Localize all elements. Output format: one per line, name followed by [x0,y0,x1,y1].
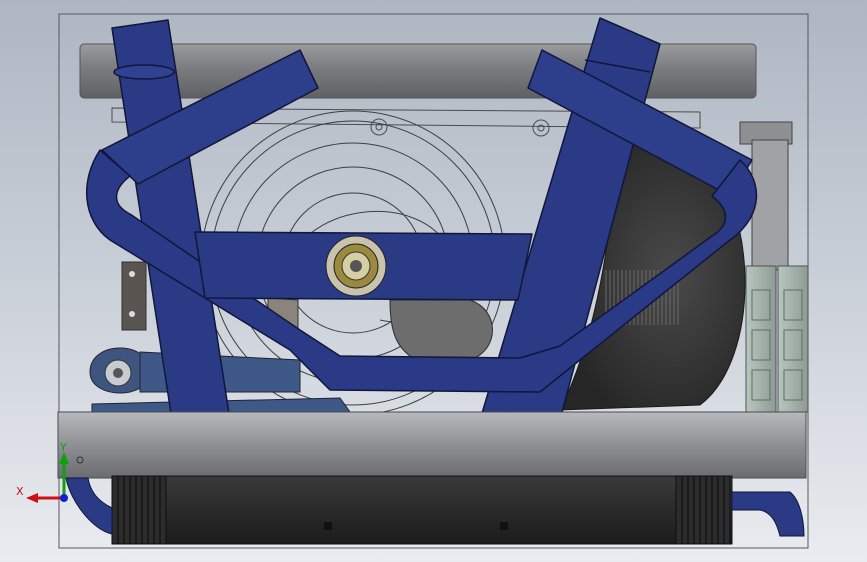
reference-triad [26,452,69,503]
triad-y-label: Y [60,441,67,454]
triad-x-label: X [16,485,24,498]
z-axis-dot [60,494,68,502]
graphics-viewport[interactable]: X Y [0,0,867,562]
